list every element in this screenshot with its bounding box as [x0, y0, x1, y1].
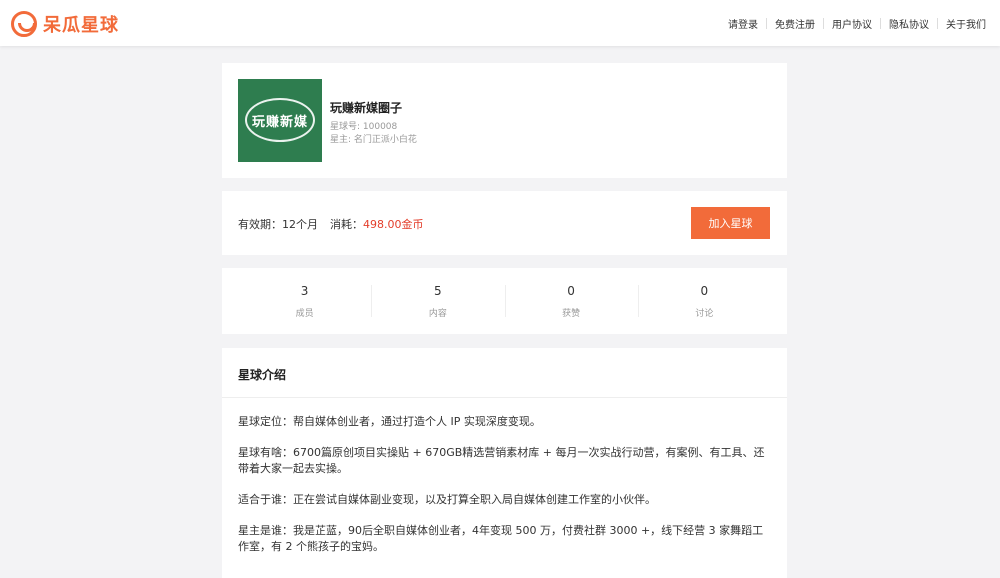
intro-body: 星球定位：帮自媒体创业者，通过打造个人 IP 实现深度变现。 星球有啥：6700…	[238, 414, 771, 570]
cost-value: 498.00金币	[363, 218, 424, 231]
intro-paragraph: 星球定位：帮自媒体创业者，通过打造个人 IP 实现深度变现。	[238, 415, 541, 428]
stat-discussions: 0 讨论	[637, 268, 771, 334]
join-group-button[interactable]: 加入星球	[691, 207, 770, 239]
stat-content: 5 内容	[371, 268, 504, 334]
group-info-card: 玩赚新媒 玩赚新媒圈子 星球号: 100008 星主: 名门正派小白花	[222, 63, 787, 178]
user-agreement-link[interactable]: 用户协议	[824, 16, 880, 31]
stat-likes: 0 获赞	[504, 268, 638, 334]
group-name: 玩赚新媒圈子	[330, 101, 403, 115]
logo-text: 呆瓜星球	[43, 15, 119, 36]
group-avatar: 玩赚新媒	[238, 79, 322, 162]
validity-value: 12个月	[282, 218, 318, 231]
divider	[222, 397, 787, 398]
top-nav: 请登录 免费注册 用户协议 隐私协议 关于我们	[720, 16, 994, 31]
intro-paragraph: 星球有啥：6700篇原创项目实操贴 + 670GB精选营销素材库 + 每月一次实…	[238, 446, 765, 475]
login-link[interactable]: 请登录	[720, 16, 766, 31]
intro-title: 星球介绍	[238, 368, 287, 382]
about-us-link[interactable]: 关于我们	[938, 16, 994, 31]
stat-value: 5	[434, 283, 442, 298]
intro-paragraph: 适合于谁：正在尝试自媒体副业变现，以及打算全职入局自媒体创建工作室的小伙伴。	[238, 493, 656, 506]
stat-value: 0	[567, 283, 575, 298]
logo-icon	[11, 11, 37, 37]
stats-row: 3 成员 5 内容 0 获赞 0 讨论	[238, 268, 771, 334]
stats-card: 3 成员 5 内容 0 获赞 0 讨论	[222, 268, 787, 334]
stat-label: 内容	[428, 308, 447, 319]
intro-paragraph: 星主是谁：我是芷蓝，90后全职自媒体创业者，4年变现 500 万，付费社群 30…	[238, 524, 764, 553]
stat-value: 0	[700, 283, 709, 298]
cost-label: 消耗：	[330, 218, 363, 231]
membership-card: 有效期：12个月 消耗：498.00金币 加入星球	[222, 191, 787, 255]
register-link[interactable]: 免费注册	[767, 16, 823, 31]
stat-members: 3 成员	[238, 268, 371, 334]
logo[interactable]: 呆瓜星球	[11, 10, 119, 38]
stat-value: 3	[300, 283, 309, 298]
stat-label: 讨论	[695, 308, 714, 319]
group-id: 星球号: 100008	[330, 122, 398, 132]
privacy-policy-link[interactable]: 隐私协议	[881, 16, 937, 31]
stat-label: 获赞	[562, 308, 581, 319]
group-owner: 星主: 名门正派小白花	[330, 135, 417, 145]
membership-terms: 有效期：12个月 消耗：498.00金币	[238, 216, 424, 232]
top-bar: 呆瓜星球 请登录 免费注册 用户协议 隐私协议 关于我们	[0, 0, 1000, 46]
stat-label: 成员	[295, 308, 314, 319]
group-avatar-text: 玩赚新媒	[251, 115, 308, 130]
intro-card: 星球介绍 星球定位：帮自媒体创业者，通过打造个人 IP 实现深度变现。 星球有啥…	[222, 348, 787, 578]
validity-label: 有效期：	[238, 218, 282, 231]
